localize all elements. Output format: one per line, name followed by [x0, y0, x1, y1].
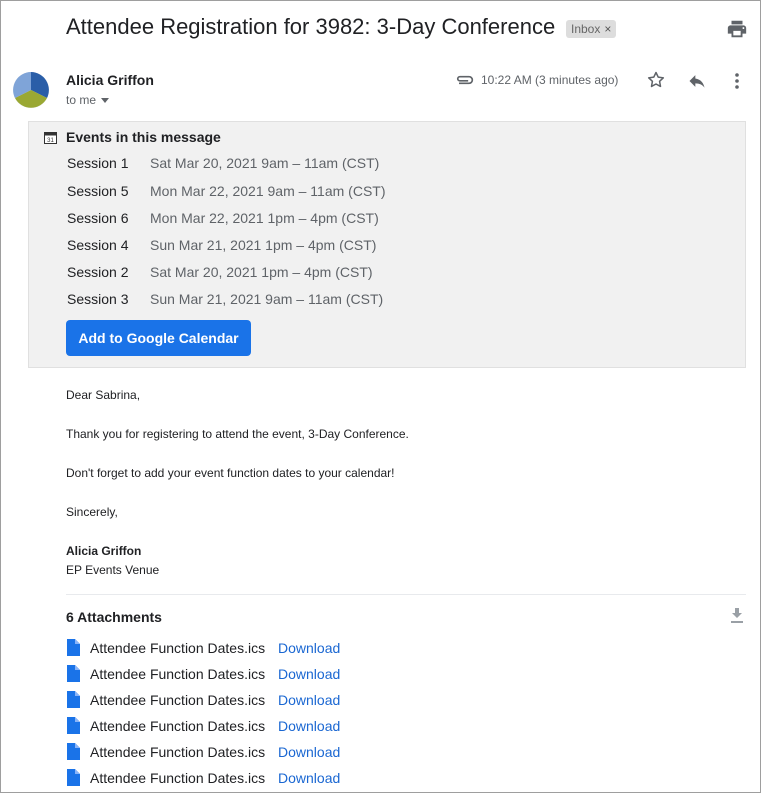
body-line: Thank you for registering to attend the … [66, 427, 409, 441]
attachment-name: Attendee Function Dates.ics [90, 744, 266, 760]
sender-name: Alicia Griffon [66, 72, 154, 88]
inbox-label-chip[interactable]: Inbox × [566, 20, 617, 38]
events-title: Events in this message [66, 129, 221, 145]
session-time: Sat Mar 20, 2021 1pm – 4pm (CST) [150, 264, 373, 280]
signature-name: Alicia Griffon [66, 544, 142, 558]
download-link[interactable]: Download [278, 744, 340, 760]
session-time: Mon Mar 22, 2021 1pm – 4pm (CST) [150, 210, 379, 226]
file-icon [67, 743, 80, 760]
recipient-line: to me [66, 93, 97, 107]
session-time: Sat Mar 20, 2021 9am – 11am (CST) [150, 155, 380, 171]
session-name: Session 1 [67, 155, 129, 171]
add-to-google-calendar-button[interactable]: Add to Google Calendar [66, 320, 251, 356]
attachment-name: Attendee Function Dates.ics [90, 666, 266, 682]
file-icon [67, 717, 80, 734]
received-time: 10:22 AM (3 minutes ago) [481, 73, 619, 87]
session-time: Sun Mar 21, 2021 1pm – 4pm (CST) [150, 237, 377, 253]
reply-icon[interactable] [686, 71, 708, 91]
attachment-name: Attendee Function Dates.ics [90, 640, 266, 656]
body-line: Don't forget to add your event function … [66, 466, 395, 480]
session-name: Session 4 [67, 237, 129, 253]
attachment-name: Attendee Function Dates.ics [90, 692, 266, 708]
svg-text:31: 31 [47, 138, 54, 144]
session-name: Session 5 [67, 183, 129, 199]
recipient-details-toggle[interactable]: to me [66, 93, 110, 107]
star-icon[interactable] [646, 70, 666, 90]
chevron-down-icon [101, 98, 110, 104]
more-vert-icon[interactable] [728, 70, 746, 92]
attachment-clip-icon [456, 75, 474, 85]
attachments-title: 6 Attachments [66, 609, 162, 625]
attachment-name: Attendee Function Dates.ics [90, 770, 266, 786]
session-name: Session 6 [67, 210, 129, 226]
file-icon [67, 665, 80, 682]
file-icon [67, 691, 80, 708]
session-name: Session 2 [67, 264, 129, 280]
email-subject: Attendee Registration for 3982: 3-Day Co… [66, 14, 556, 39]
calendar-icon: 31 [44, 132, 57, 144]
print-icon[interactable] [726, 18, 748, 40]
download-link[interactable]: Download [278, 770, 340, 786]
download-link[interactable]: Download [278, 666, 340, 682]
signature-org: EP Events Venue [66, 563, 160, 577]
greeting: Dear Sabrina, [66, 388, 141, 402]
file-icon [67, 769, 80, 786]
session-time: Sun Mar 21, 2021 9am – 11am (CST) [150, 291, 384, 307]
closing: Sincerely, [66, 505, 118, 519]
avatar[interactable] [13, 70, 49, 110]
download-link[interactable]: Download [278, 718, 340, 734]
inbox-label-text: Inbox [571, 22, 601, 36]
session-name: Session 3 [67, 291, 129, 307]
attachment-name: Attendee Function Dates.ics [90, 718, 266, 734]
session-time: Mon Mar 22, 2021 9am – 11am (CST) [150, 183, 386, 199]
divider [66, 594, 746, 595]
download-link[interactable]: Download [278, 640, 340, 656]
download-link[interactable]: Download [278, 692, 340, 708]
remove-label-icon[interactable]: × [604, 22, 611, 36]
download-icon[interactable] [728, 606, 746, 626]
file-icon [67, 639, 80, 656]
